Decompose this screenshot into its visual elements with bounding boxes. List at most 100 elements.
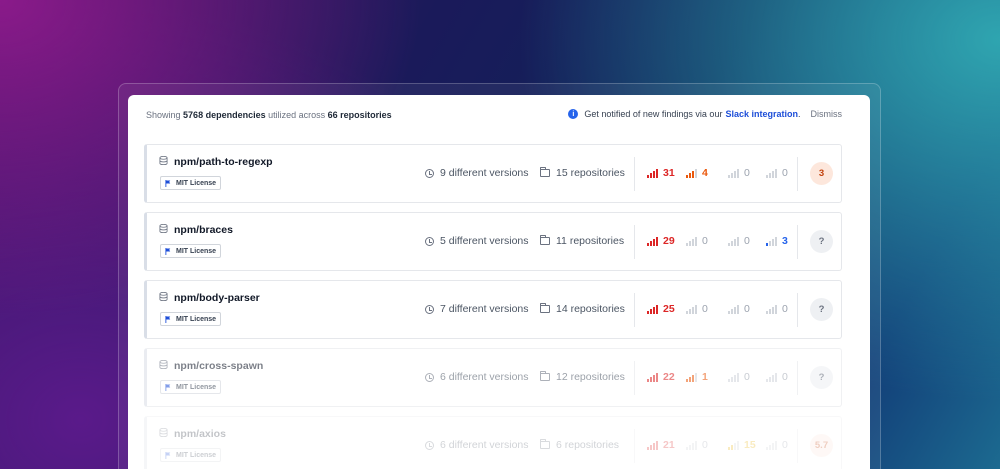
severity-high-count: 4 xyxy=(702,167,708,179)
severity-medium: 0 xyxy=(728,371,750,383)
dependency-name[interactable]: npm/braces xyxy=(174,224,233,236)
risk-score-value: ? xyxy=(818,236,825,247)
divider xyxy=(634,157,635,191)
severity-low-count: 0 xyxy=(782,303,788,315)
severity-high: 4 xyxy=(686,167,708,179)
severity-critical-count: 21 xyxy=(663,439,675,451)
flag-icon xyxy=(165,179,171,187)
severity-high: 1 xyxy=(686,371,708,383)
severity-medium-count: 15 xyxy=(744,439,756,451)
folder-icon xyxy=(540,371,550,381)
slack-integration-link[interactable]: Slack integration xyxy=(725,109,798,119)
license-badge: MIT License xyxy=(160,312,222,326)
dependency-name[interactable]: npm/path-to-regexp xyxy=(174,156,273,168)
clock-icon xyxy=(425,372,434,382)
severity-critical: 29 xyxy=(647,235,675,247)
folder-icon xyxy=(540,439,550,449)
severity-bars-icon xyxy=(686,372,697,382)
risk-score-badge[interactable]: 5.7 xyxy=(810,434,833,457)
panel-header: Showing 5768 dependencies utilized acros… xyxy=(128,95,870,135)
severity-medium: 0 xyxy=(728,167,750,179)
risk-score-badge[interactable]: ? xyxy=(810,298,833,321)
folder-icon xyxy=(540,303,550,313)
dependency-row[interactable]: npm/cross-spawn MIT License 6 different ve… xyxy=(144,348,842,407)
dependency-row[interactable]: npm/braces MIT License 5 different version… xyxy=(144,212,842,271)
risk-score-badge[interactable]: ? xyxy=(810,366,833,389)
repositories-label: 6 repositories xyxy=(556,439,620,451)
dependency-row[interactable]: npm/axios MIT License 6 different versions… xyxy=(144,416,842,469)
severity-bars-icon xyxy=(686,236,697,246)
severity-high-count: 0 xyxy=(702,235,708,247)
severity-low: 0 xyxy=(766,167,788,179)
divider xyxy=(634,225,635,259)
dependency-name[interactable]: npm/body-parser xyxy=(174,292,260,304)
severity-medium: 15 xyxy=(728,439,756,451)
severity-low-count: 0 xyxy=(782,167,788,179)
divider xyxy=(634,429,635,463)
repositories-label: 11 repositories xyxy=(556,235,625,247)
folder-icon xyxy=(540,167,550,177)
severity-low-count: 0 xyxy=(782,439,788,451)
severity-high-count: 1 xyxy=(702,371,708,383)
versions-label: 9 different versions xyxy=(440,167,529,179)
severity-low: 0 xyxy=(766,439,788,451)
severity-bars-icon xyxy=(686,440,697,450)
clock-icon xyxy=(425,236,434,246)
license-label: MIT License xyxy=(176,315,217,323)
license-label: MIT License xyxy=(176,451,217,459)
versions-label: 5 different versions xyxy=(440,235,529,247)
notice-punct: . xyxy=(797,109,801,119)
risk-score-badge[interactable]: ? xyxy=(810,230,833,253)
severity-high-count: 0 xyxy=(702,303,708,315)
severity-critical-count: 22 xyxy=(663,371,675,383)
severity-bars-icon xyxy=(647,372,658,382)
license-label: MIT License xyxy=(176,247,217,255)
flag-icon xyxy=(165,247,171,255)
summary-middle: utilized across xyxy=(268,110,326,120)
divider xyxy=(797,361,798,395)
license-label: MIT License xyxy=(176,179,217,187)
severity-high: 0 xyxy=(686,235,708,247)
severity-high-count: 0 xyxy=(702,439,708,451)
dismiss-link[interactable]: Dismiss xyxy=(811,109,843,119)
repositories-label: 12 repositories xyxy=(556,371,625,383)
severity-critical: 31 xyxy=(647,167,675,179)
severity-bars-icon xyxy=(766,372,777,382)
package-icon xyxy=(159,156,168,165)
repositories-count: 11 repositories xyxy=(540,235,624,247)
severity-bars-icon xyxy=(647,304,658,314)
severity-bars-icon xyxy=(728,236,739,246)
severity-bars-icon xyxy=(728,440,739,450)
repositories-count: 12 repositories xyxy=(540,371,625,383)
severity-bars-icon xyxy=(766,304,777,314)
license-label: MIT License xyxy=(176,383,217,391)
divider xyxy=(634,293,635,327)
severity-bars-icon xyxy=(686,304,697,314)
severity-bars-icon xyxy=(766,168,777,178)
severity-low: 3 xyxy=(766,235,788,247)
license-badge: MIT License xyxy=(160,244,222,258)
repositories-label: 15 repositories xyxy=(556,167,625,179)
repositories-count: 15 repositories xyxy=(540,167,625,179)
repositories-label: 14 repositories xyxy=(556,303,625,315)
dependency-row[interactable]: npm/path-to-regexp MIT License 9 different… xyxy=(144,144,842,203)
risk-score-value: 3 xyxy=(818,168,825,179)
package-icon xyxy=(159,224,168,233)
severity-bars-icon xyxy=(766,236,777,246)
dependency-summary: Showing 5768 dependencies utilized acros… xyxy=(146,110,392,120)
dependency-name[interactable]: npm/cross-spawn xyxy=(174,360,263,372)
versions-count: 9 different versions xyxy=(425,167,529,179)
info-icon: i xyxy=(568,109,579,119)
clock-icon xyxy=(425,168,434,178)
versions-count: 5 different versions xyxy=(425,235,529,247)
dependency-name[interactable]: npm/axios xyxy=(174,428,226,440)
dependency-row[interactable]: npm/body-parser MIT License 7 different ve… xyxy=(144,280,842,339)
license-badge: MIT License xyxy=(160,176,222,190)
package-icon xyxy=(159,360,168,369)
flag-icon xyxy=(165,451,171,459)
severity-bars-icon xyxy=(728,372,739,382)
severity-bars-icon xyxy=(647,168,658,178)
divider xyxy=(797,429,798,463)
risk-score-badge[interactable]: 3 xyxy=(810,162,833,185)
severity-high: 0 xyxy=(686,303,708,315)
